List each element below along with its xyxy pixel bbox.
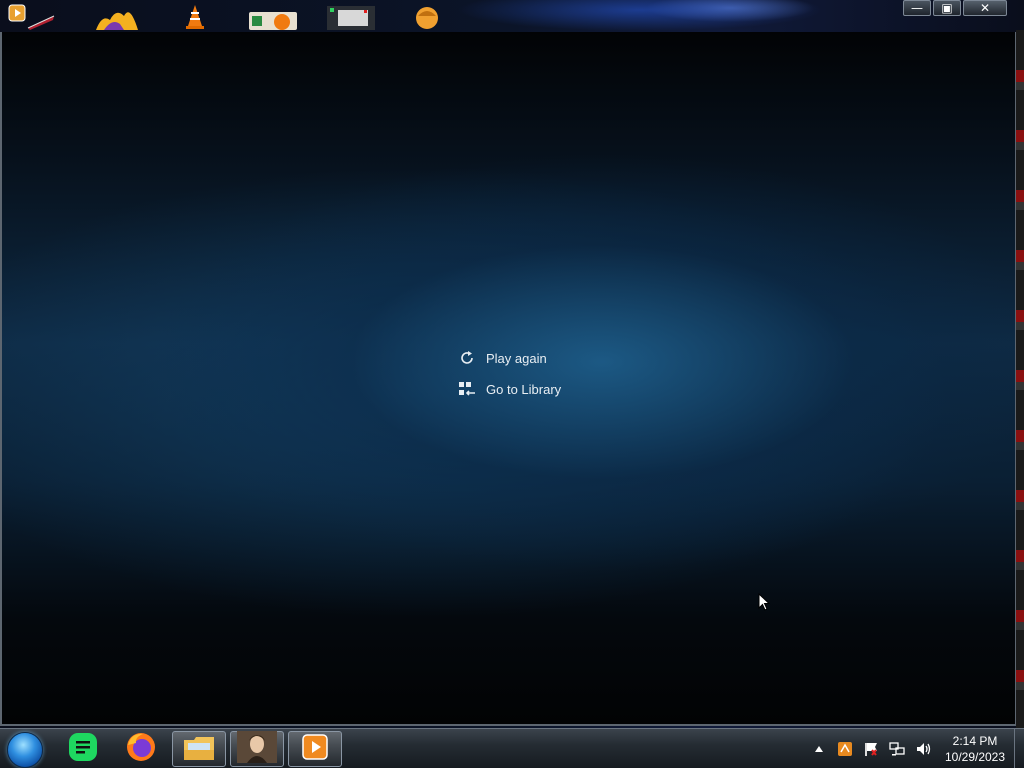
refresh-icon — [458, 349, 476, 367]
network-icon[interactable] — [889, 741, 905, 757]
weather-icon[interactable] — [94, 4, 140, 31]
taskbar-file-explorer[interactable] — [172, 731, 226, 767]
clock-date: 10/29/2023 — [944, 750, 1006, 764]
taskbar-spotify[interactable] — [56, 731, 110, 767]
mouse-cursor-icon — [758, 592, 771, 616]
show-hidden-icon[interactable] — [811, 741, 827, 757]
desktop-wallpaper-edge — [1016, 30, 1024, 730]
vlc-icon[interactable] — [184, 4, 206, 30]
minimize-button[interactable]: — — [903, 0, 931, 16]
taskbar-media-player[interactable] — [288, 731, 342, 767]
desktop-icons — [0, 0, 900, 32]
image-icon[interactable] — [248, 4, 298, 30]
media-player-icon[interactable] — [8, 4, 28, 30]
go-to-library-label: Go to Library — [486, 381, 562, 397]
start-button[interactable] — [7, 732, 43, 768]
app-tray-icon[interactable] — [837, 741, 853, 757]
taskbar-photo-viewer[interactable] — [230, 730, 284, 768]
taskbar: 2:14 PM 10/29/2023 — [0, 728, 1024, 768]
firefox-icon — [125, 731, 157, 768]
go-to-library-button[interactable]: Go to Library — [458, 379, 561, 399]
close-button[interactable]: ✕ — [963, 0, 1007, 16]
media-player-icon — [300, 732, 330, 767]
taskbar-firefox[interactable] — [114, 731, 168, 767]
library-icon — [458, 380, 476, 398]
taskbar-clock[interactable]: 2:14 PM 10/29/2023 — [940, 733, 1010, 765]
file-explorer-icon — [182, 732, 216, 767]
minimize-icon: — — [911, 1, 923, 15]
volume-icon[interactable] — [915, 741, 931, 757]
avatar-icon[interactable] — [414, 4, 440, 30]
playback-end-menu: Play again Go to Library — [458, 348, 561, 410]
close-icon: ✕ — [979, 1, 991, 15]
maximize-button[interactable]: ▣ — [933, 0, 961, 16]
show-desktop-button[interactable] — [1014, 729, 1024, 768]
system-tray: 2:14 PM 10/29/2023 — [806, 729, 1024, 768]
window-controls: — ▣ ✕ — [903, 0, 1007, 16]
play-again-label: Play again — [486, 350, 547, 366]
action-center-icon[interactable] — [863, 741, 879, 757]
maximize-icon: ▣ — [941, 1, 953, 15]
screen-icon[interactable] — [326, 4, 376, 30]
photo-viewer-icon — [237, 730, 277, 768]
clock-time: 2:14 PM — [952, 734, 998, 748]
play-again-button[interactable]: Play again — [458, 348, 561, 368]
pen-icon[interactable] — [26, 4, 56, 30]
spotify-icon — [68, 732, 98, 767]
